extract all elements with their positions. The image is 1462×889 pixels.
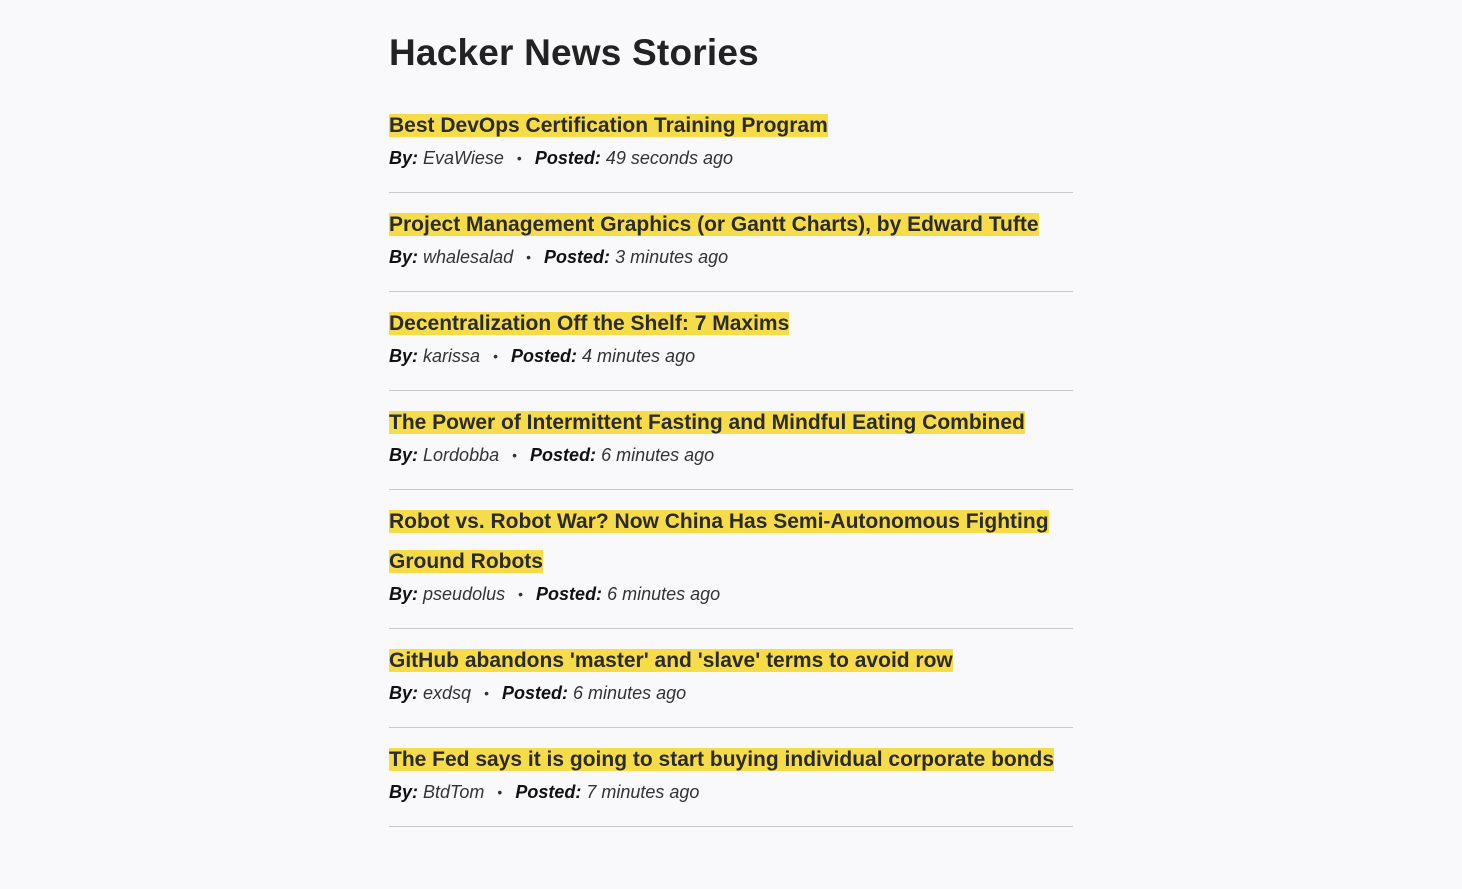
- story-meta: By: whalesalad • Posted: 3 minutes ago: [389, 246, 1073, 269]
- story-posted-time: 6 minutes ago: [573, 683, 687, 703]
- story-meta: By: EvaWiese • Posted: 49 seconds ago: [389, 147, 1073, 170]
- by-label: By:: [389, 148, 419, 168]
- story-item: The Fed says it is going to start buying…: [389, 741, 1073, 827]
- story-posted-time: 6 minutes ago: [607, 584, 721, 604]
- by-label: By:: [389, 782, 419, 802]
- story-title-link[interactable]: Decentralization Off the Shelf: 7 Maxims: [389, 312, 790, 335]
- story-meta: By: pseudolus • Posted: 6 minutes ago: [389, 583, 1073, 606]
- posted-label: Posted:: [502, 683, 569, 703]
- story-title-wrap: Decentralization Off the Shelf: 7 Maxims: [389, 305, 1073, 345]
- main-container: Hacker News Stories Best DevOps Certific…: [389, 0, 1073, 847]
- meta-separator: •: [493, 348, 498, 364]
- by-label: By:: [389, 584, 419, 604]
- posted-label: Posted:: [534, 148, 601, 168]
- story-title-wrap: Robot vs. Robot War? Now China Has Semi-…: [389, 503, 1073, 583]
- meta-separator: •: [497, 784, 503, 800]
- posted-label: Posted:: [530, 445, 597, 465]
- story-author: karissa: [423, 346, 481, 366]
- story-item: Best DevOps Certification Training Progr…: [389, 107, 1073, 193]
- story-title-link[interactable]: The Fed says it is going to start buying…: [389, 748, 1055, 771]
- story-author: pseudolus: [423, 584, 506, 604]
- story-item: GitHub abandons 'master' and 'slave' ter…: [389, 642, 1073, 728]
- by-label: By:: [389, 346, 419, 366]
- story-title-wrap: Best DevOps Certification Training Progr…: [389, 107, 1073, 147]
- story-title-wrap: Project Management Graphics (or Gantt Ch…: [389, 206, 1073, 246]
- posted-label: Posted:: [510, 346, 577, 366]
- story-meta: By: BtdTom • Posted: 7 minutes ago: [389, 781, 1073, 804]
- story-meta: By: Lordobba • Posted: 6 minutes ago: [389, 444, 1073, 467]
- story-meta: By: karissa • Posted: 4 minutes ago: [389, 345, 1073, 368]
- story-author: Lordobba: [423, 445, 500, 465]
- meta-separator: •: [526, 249, 532, 265]
- meta-separator: •: [518, 586, 524, 602]
- story-title-wrap: The Fed says it is going to start buying…: [389, 741, 1073, 781]
- story-title-link[interactable]: Best DevOps Certification Training Progr…: [389, 114, 828, 137]
- story-item: Robot vs. Robot War? Now China Has Semi-…: [389, 503, 1073, 629]
- story-posted-time: 4 minutes ago: [582, 346, 696, 366]
- story-title-wrap: GitHub abandons 'master' and 'slave' ter…: [389, 642, 1073, 682]
- story-title-link[interactable]: GitHub abandons 'master' and 'slave' ter…: [389, 649, 953, 672]
- meta-separator: •: [516, 150, 522, 166]
- posted-label: Posted:: [515, 782, 582, 802]
- story-title-link[interactable]: The Power of Intermittent Fasting and Mi…: [389, 411, 1025, 434]
- story-list: Best DevOps Certification Training Progr…: [389, 107, 1073, 827]
- story-posted-time: 49 seconds ago: [605, 148, 733, 168]
- story-item: Decentralization Off the Shelf: 7 Maxims…: [389, 305, 1073, 391]
- story-author: BtdTom: [423, 782, 485, 802]
- story-title-wrap: The Power of Intermittent Fasting and Mi…: [389, 404, 1073, 444]
- meta-separator: •: [512, 447, 518, 463]
- story-posted-time: 3 minutes ago: [615, 247, 729, 267]
- story-item: Project Management Graphics (or Gantt Ch…: [389, 206, 1073, 292]
- meta-separator: •: [484, 685, 489, 701]
- story-title-link[interactable]: Project Management Graphics (or Gantt Ch…: [389, 213, 1039, 236]
- posted-label: Posted:: [536, 584, 603, 604]
- story-item: The Power of Intermittent Fasting and Mi…: [389, 404, 1073, 490]
- story-posted-time: 7 minutes ago: [586, 782, 700, 802]
- story-title-link[interactable]: Robot vs. Robot War? Now China Has Semi-…: [389, 510, 1049, 573]
- story-author: whalesalad: [423, 247, 514, 267]
- story-meta: By: exdsq • Posted: 6 minutes ago: [389, 682, 1073, 705]
- page-title: Hacker News Stories: [389, 32, 759, 73]
- by-label: By:: [389, 247, 419, 267]
- posted-label: Posted:: [544, 247, 611, 267]
- by-label: By:: [389, 683, 419, 703]
- story-author: exdsq: [423, 683, 472, 703]
- story-author: EvaWiese: [423, 148, 504, 168]
- story-posted-time: 6 minutes ago: [601, 445, 715, 465]
- by-label: By:: [389, 445, 419, 465]
